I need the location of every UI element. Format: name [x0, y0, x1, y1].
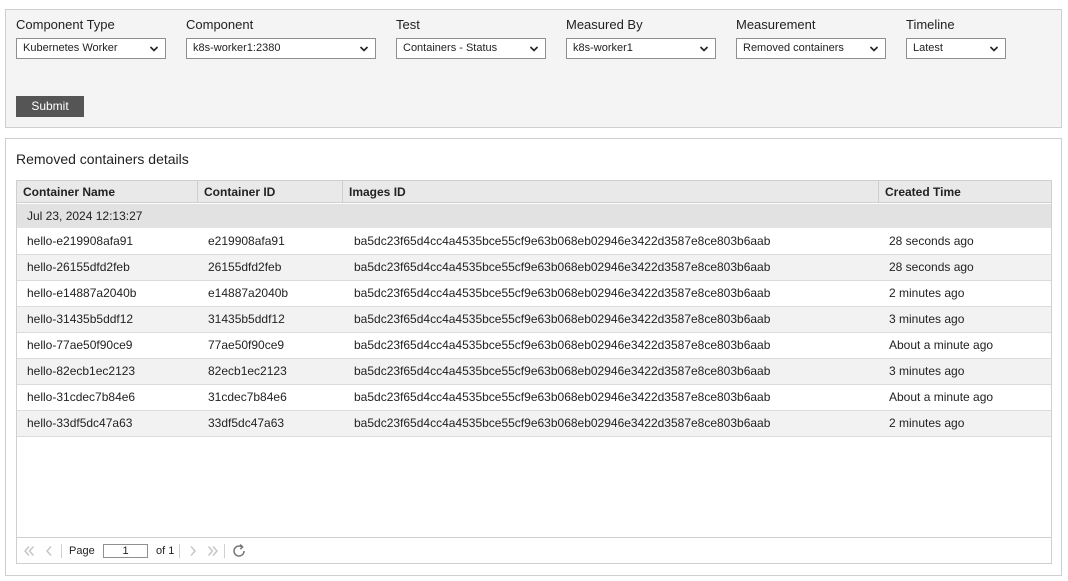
table-row[interactable]: hello-e14887a2040b e14887a2040b ba5dc23f65… — [17, 281, 1051, 307]
cell-container-id: 31435b5ddf12 — [208, 312, 285, 326]
cell-created-time: 3 minutes ago — [889, 312, 965, 326]
cell-container-id: 26155dfd2feb — [208, 260, 282, 274]
cell-images-id: ba5dc23f65d4cc4a4535bce55cf9e63b068eb029… — [354, 390, 771, 404]
group-row: Jul 23, 2024 12:13:27 — [17, 204, 1051, 228]
chevron-down-icon — [989, 46, 999, 52]
cell-container-id: 33df5dc47a63 — [208, 416, 285, 430]
cell-container-name: hello-31435b5ddf12 — [27, 312, 134, 326]
cell-images-id: ba5dc23f65d4cc4a4535bce55cf9e63b068eb029… — [354, 260, 771, 274]
cell-container-name: hello-e219908afa91 — [27, 234, 134, 248]
submit-button[interactable]: Submit — [16, 96, 84, 117]
measured-by-label: Measured By — [566, 17, 643, 32]
cell-images-id: ba5dc23f65d4cc4a4535bce55cf9e63b068eb029… — [354, 286, 771, 300]
last-page-icon[interactable] — [206, 544, 220, 558]
cell-container-name: hello-e14887a2040b — [27, 286, 137, 300]
component-type-filter: Component Type Kubernetes Worker — [16, 16, 166, 59]
column-header-images-id[interactable]: Images ID — [343, 181, 879, 203]
page-count-label: of 1 — [156, 545, 175, 557]
component-select[interactable]: k8s-worker1:2380 — [186, 38, 376, 59]
timeline-select[interactable]: Latest — [906, 38, 1006, 59]
grid-header: Container Name Container ID Images ID Cr… — [17, 181, 1051, 203]
pager-divider — [224, 544, 225, 558]
cell-container-name: hello-33df5dc47a63 — [27, 416, 133, 430]
page-label: Page — [69, 545, 95, 557]
page-number-input[interactable] — [103, 544, 148, 558]
results-panel: Removed containers details Container Nam… — [5, 138, 1062, 576]
table-row[interactable]: hello-26155dfd2feb 26155dfd2feb ba5dc23f65… — [17, 255, 1051, 281]
measurement-filter: Measurement Removed containers — [736, 16, 886, 59]
table-row[interactable]: hello-e219908afa91 e219908afa91 ba5dc23f65… — [17, 229, 1051, 255]
component-label: Component — [186, 17, 254, 32]
table-row[interactable]: hello-33df5dc47a63 33df5dc47a63 ba5dc23f65… — [17, 411, 1051, 437]
chevron-down-icon — [359, 46, 369, 52]
test-select[interactable]: Containers - Status — [396, 38, 546, 59]
table-row[interactable]: hello-31cdec7b84e6 31cdec7b84e6 ba5dc23f65… — [17, 385, 1051, 411]
measurement-label: Measurement — [736, 17, 816, 32]
measurement-value: Removed containers — [743, 42, 844, 54]
pager-divider — [179, 544, 180, 558]
component-type-select[interactable]: Kubernetes Worker — [16, 38, 166, 59]
cell-container-name: hello-26155dfd2feb — [27, 260, 130, 274]
cell-images-id: ba5dc23f65d4cc4a4535bce55cf9e63b068eb029… — [354, 312, 771, 326]
column-header-created-time[interactable]: Created Time — [879, 181, 1051, 203]
cell-images-id: ba5dc23f65d4cc4a4535bce55cf9e63b068eb029… — [354, 234, 771, 248]
cell-container-id: e14887a2040b — [208, 286, 289, 300]
results-grid: Container Name Container ID Images ID Cr… — [16, 180, 1052, 564]
cell-container-id: 82ecb1ec2123 — [208, 364, 287, 378]
refresh-icon[interactable] — [231, 543, 247, 559]
cell-created-time: About a minute ago — [889, 338, 994, 352]
table-row[interactable]: hello-77ae50f90ce9 77ae50f90ce9 ba5dc23f65… — [17, 333, 1051, 359]
table-row[interactable]: hello-31435b5ddf12 31435b5ddf12 ba5dc23f65… — [17, 307, 1051, 333]
chevron-down-icon — [149, 46, 159, 52]
measured-by-value: k8s-worker1 — [573, 42, 633, 54]
component-value: k8s-worker1:2380 — [193, 42, 281, 54]
column-header-container-name[interactable]: Container Name — [17, 181, 198, 203]
cell-created-time: 2 minutes ago — [889, 286, 965, 300]
measured-by-filter: Measured By k8s-worker1 — [566, 16, 716, 59]
component-type-value: Kubernetes Worker — [23, 42, 118, 54]
cell-created-time: 3 minutes ago — [889, 364, 965, 378]
test-filter: Test Containers - Status — [396, 16, 546, 59]
cell-created-time: About a minute ago — [889, 390, 994, 404]
timeline-filter: Timeline Latest — [906, 16, 1006, 59]
measurement-select[interactable]: Removed containers — [736, 38, 886, 59]
cell-container-name: hello-31cdec7b84e6 — [27, 390, 136, 404]
next-page-icon[interactable] — [186, 544, 200, 558]
results-title: Removed containers details — [16, 151, 189, 167]
test-label: Test — [396, 17, 420, 32]
chevron-down-icon — [869, 46, 879, 52]
pagination-bar: Page of 1 — [17, 537, 1051, 563]
pager-divider — [61, 544, 62, 558]
test-value: Containers - Status — [403, 42, 498, 54]
cell-container-id: 77ae50f90ce9 — [208, 338, 285, 352]
chevron-down-icon — [699, 46, 709, 52]
component-type-label: Component Type — [16, 17, 115, 32]
timeline-label: Timeline — [906, 17, 955, 32]
table-row[interactable]: hello-82ecb1ec2123 82ecb1ec2123 ba5dc23f65… — [17, 359, 1051, 385]
timeline-value: Latest — [913, 42, 943, 54]
cell-images-id: ba5dc23f65d4cc4a4535bce55cf9e63b068eb029… — [354, 364, 771, 378]
cell-container-name: hello-82ecb1ec2123 — [27, 364, 136, 378]
component-filter: Component k8s-worker1:2380 — [186, 16, 376, 59]
cell-created-time: 2 minutes ago — [889, 416, 965, 430]
column-header-container-id[interactable]: Container ID — [198, 181, 343, 203]
previous-page-icon[interactable] — [42, 544, 56, 558]
cell-container-id: e219908afa91 — [208, 234, 285, 248]
cell-images-id: ba5dc23f65d4cc4a4535bce55cf9e63b068eb029… — [354, 338, 771, 352]
cell-created-time: 28 seconds ago — [889, 234, 974, 248]
cell-container-name: hello-77ae50f90ce9 — [27, 338, 133, 352]
cell-container-id: 31cdec7b84e6 — [208, 390, 287, 404]
cell-created-time: 28 seconds ago — [889, 260, 974, 274]
chevron-down-icon — [529, 46, 539, 52]
filter-panel: Component Type Kubernetes Worker Compone… — [5, 9, 1062, 128]
cell-images-id: ba5dc23f65d4cc4a4535bce55cf9e63b068eb029… — [354, 416, 771, 430]
first-page-icon[interactable] — [22, 544, 36, 558]
measured-by-select[interactable]: k8s-worker1 — [566, 38, 716, 59]
